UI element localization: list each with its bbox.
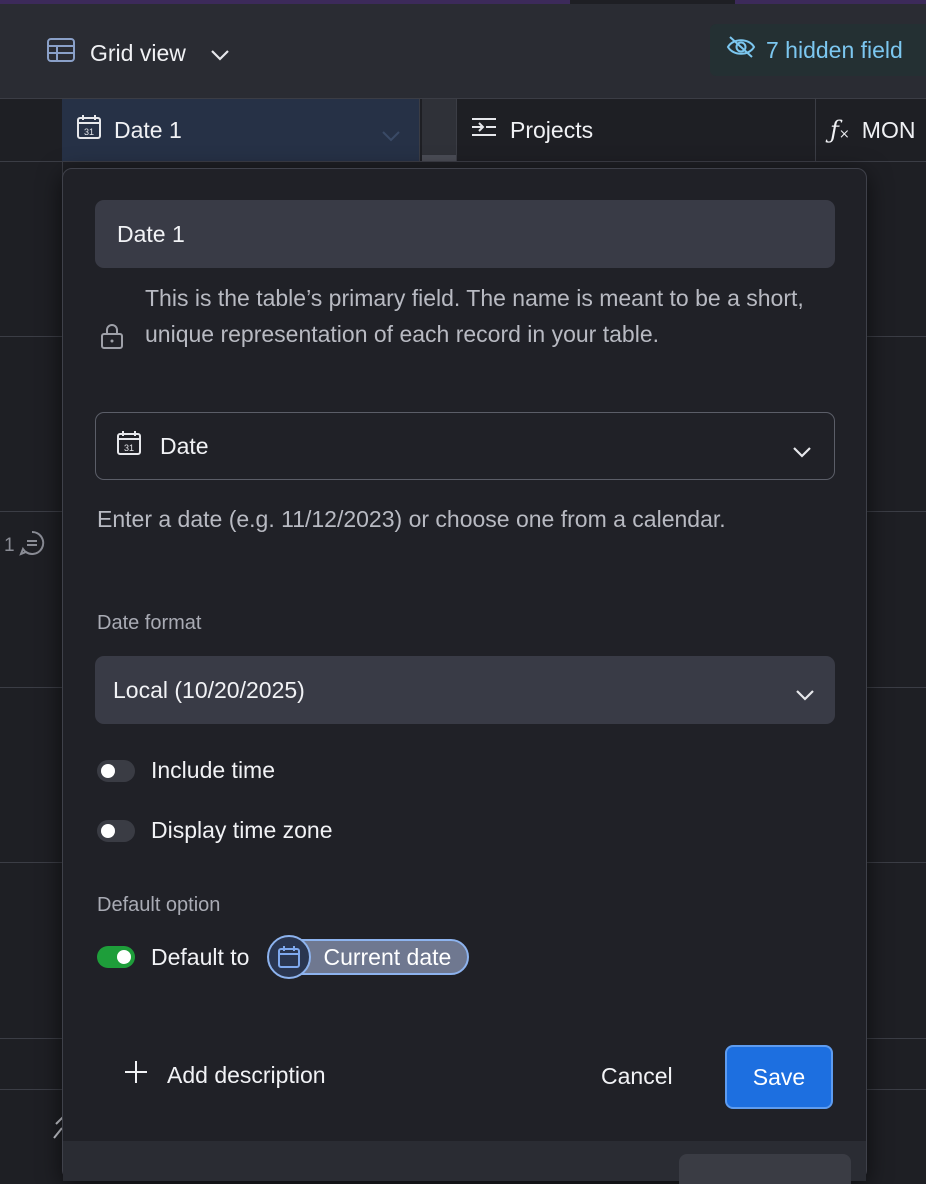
include-time-label: Include time: [151, 757, 276, 783]
cancel-button[interactable]: Cancel: [601, 1063, 673, 1090]
column-resize-handle[interactable]: [422, 99, 457, 161]
formula-icon: ƒ×: [830, 116, 850, 144]
footer-button[interactable]: [679, 1154, 851, 1184]
calendar-icon: [267, 935, 312, 979]
default-to-row: Default to Current date: [97, 935, 470, 979]
chevron-down-icon: [792, 437, 812, 464]
add-description-label: Add description: [167, 1061, 326, 1088]
view-toolbar: Grid view 7 hidden field: [0, 4, 926, 99]
svg-text:31: 31: [84, 127, 94, 137]
save-button[interactable]: Save: [725, 1045, 833, 1109]
view-name: Grid view: [90, 39, 186, 66]
calendar-icon: 31: [76, 114, 102, 146]
default-to-toggle[interactable]: [97, 946, 135, 968]
chevron-down-icon: [210, 40, 230, 67]
column-header-date-1[interactable]: 31 Date 1: [62, 99, 420, 161]
column-header-projects[interactable]: Projects: [458, 99, 816, 161]
hidden-fields-button[interactable]: 7 hidden field: [710, 24, 926, 76]
column-label: MON: [861, 116, 916, 143]
default-to-label: Default to: [151, 943, 250, 970]
field-editor-popup: This is the table’s primary field. The n…: [62, 168, 867, 1184]
comment-indicator[interactable]: 1: [4, 530, 45, 562]
field-type-description: Enter a date (e.g. 11/12/2023) or choose…: [97, 506, 726, 532]
column-header-formula[interactable]: ƒ× MON: [818, 99, 926, 161]
chevron-down-icon[interactable]: [381, 121, 401, 148]
default-option-label: Default option: [97, 894, 221, 916]
default-value-chip[interactable]: Current date: [267, 935, 470, 979]
field-type-select[interactable]: 31 Date: [95, 412, 835, 480]
date-format-select[interactable]: Local (10/20/2025): [95, 656, 835, 724]
date-format-value: Local (10/20/2025): [113, 676, 305, 703]
column-label: Date 1: [114, 116, 182, 143]
field-name-input[interactable]: [95, 200, 835, 268]
display-time-zone-toggle[interactable]: [97, 819, 135, 842]
lock-icon: [99, 322, 125, 355]
add-description-button[interactable]: Add description: [123, 1059, 326, 1091]
calendar-icon: 31: [116, 430, 142, 462]
plus-icon: [123, 1059, 149, 1091]
eye-off-icon: [726, 35, 756, 65]
field-type-value: Date: [160, 432, 209, 459]
comment-count: 1: [4, 535, 15, 556]
primary-field-note: This is the table’s primary field. The n…: [145, 285, 804, 347]
date-format-label: Date format: [97, 612, 202, 634]
include-time-toggle[interactable]: [97, 759, 135, 782]
link-icon: [470, 116, 498, 144]
default-value-label: Current date: [323, 943, 452, 970]
column-label: Projects: [510, 116, 594, 143]
view-switcher[interactable]: Grid view: [46, 37, 230, 69]
chevron-down-icon: [795, 680, 815, 707]
hidden-fields-label: 7 hidden field: [766, 36, 903, 63]
grid-icon: [46, 37, 76, 69]
display-time-zone-row: Display time zone: [97, 817, 333, 844]
svg-text:31: 31: [124, 443, 134, 453]
comment-icon: [18, 530, 45, 562]
include-time-row: Include time: [97, 757, 275, 784]
column-header-row: 31 Date 1 Projects ƒ× MON: [0, 99, 926, 162]
display-time-zone-label: Display time zone: [151, 817, 333, 843]
